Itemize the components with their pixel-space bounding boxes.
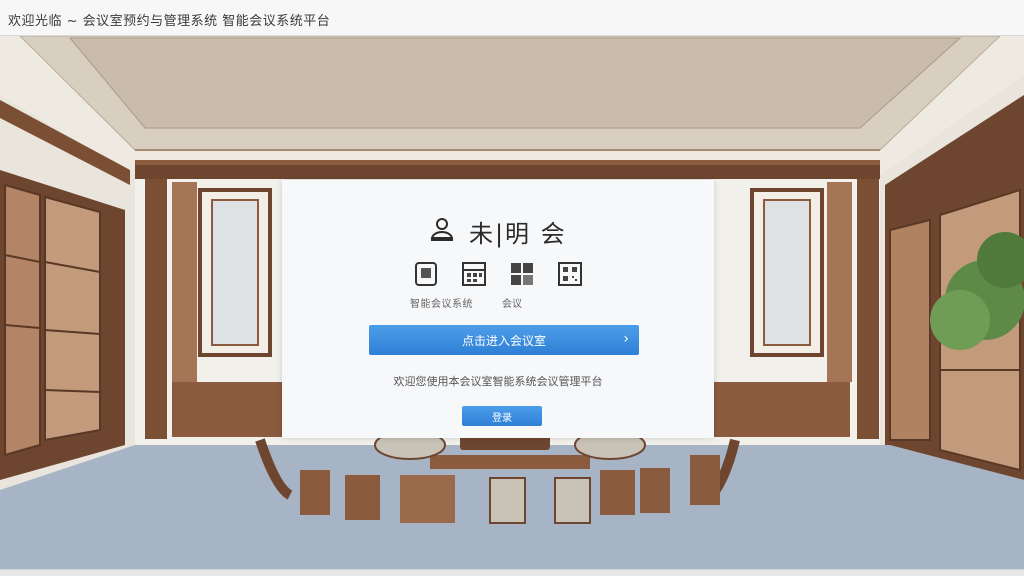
brand-name: 未|明 会 (468, 220, 567, 248)
brand-header: 未|明 会 (282, 214, 714, 249)
title-bar: 欢迎光临 ~ 会议室预约与管理系统 智能会议系统平台 (0, 0, 1024, 36)
bottom-bar (0, 569, 1024, 576)
login-label: 登录 (492, 412, 512, 424)
login-panel: 未|明 会 智能会议系统 会议 点击进入会议室 › 欢迎您使用本会议室智能系统会… (282, 180, 714, 438)
calendar-icon[interactable] (460, 259, 488, 289)
login-button[interactable]: 登录 (462, 406, 542, 426)
enter-meeting-label: 点击进入会议室 (461, 333, 546, 348)
grid-icon[interactable] (508, 259, 536, 289)
enter-meeting-button[interactable]: 点击进入会议室 › (369, 325, 639, 355)
logo-icon (429, 216, 455, 248)
chevron-right-icon: › (623, 331, 629, 347)
tagline-suffix: 会议 (502, 299, 522, 310)
tagline: 智能会议系统 (410, 299, 473, 310)
app-window: 欢迎光临 ~ 会议室预约与管理系统 智能会议系统平台 未|明 会 智能会议系统 … (0, 0, 1024, 576)
feature-icons (412, 259, 592, 293)
window-title: 欢迎光临 ~ 会议室预约与管理系统 智能会议系统平台 (8, 14, 331, 29)
qr-icon[interactable] (556, 259, 584, 289)
device-icon[interactable] (412, 259, 440, 289)
welcome-notice: 欢迎您使用本会议室智能系统会议管理平台 (393, 375, 603, 388)
